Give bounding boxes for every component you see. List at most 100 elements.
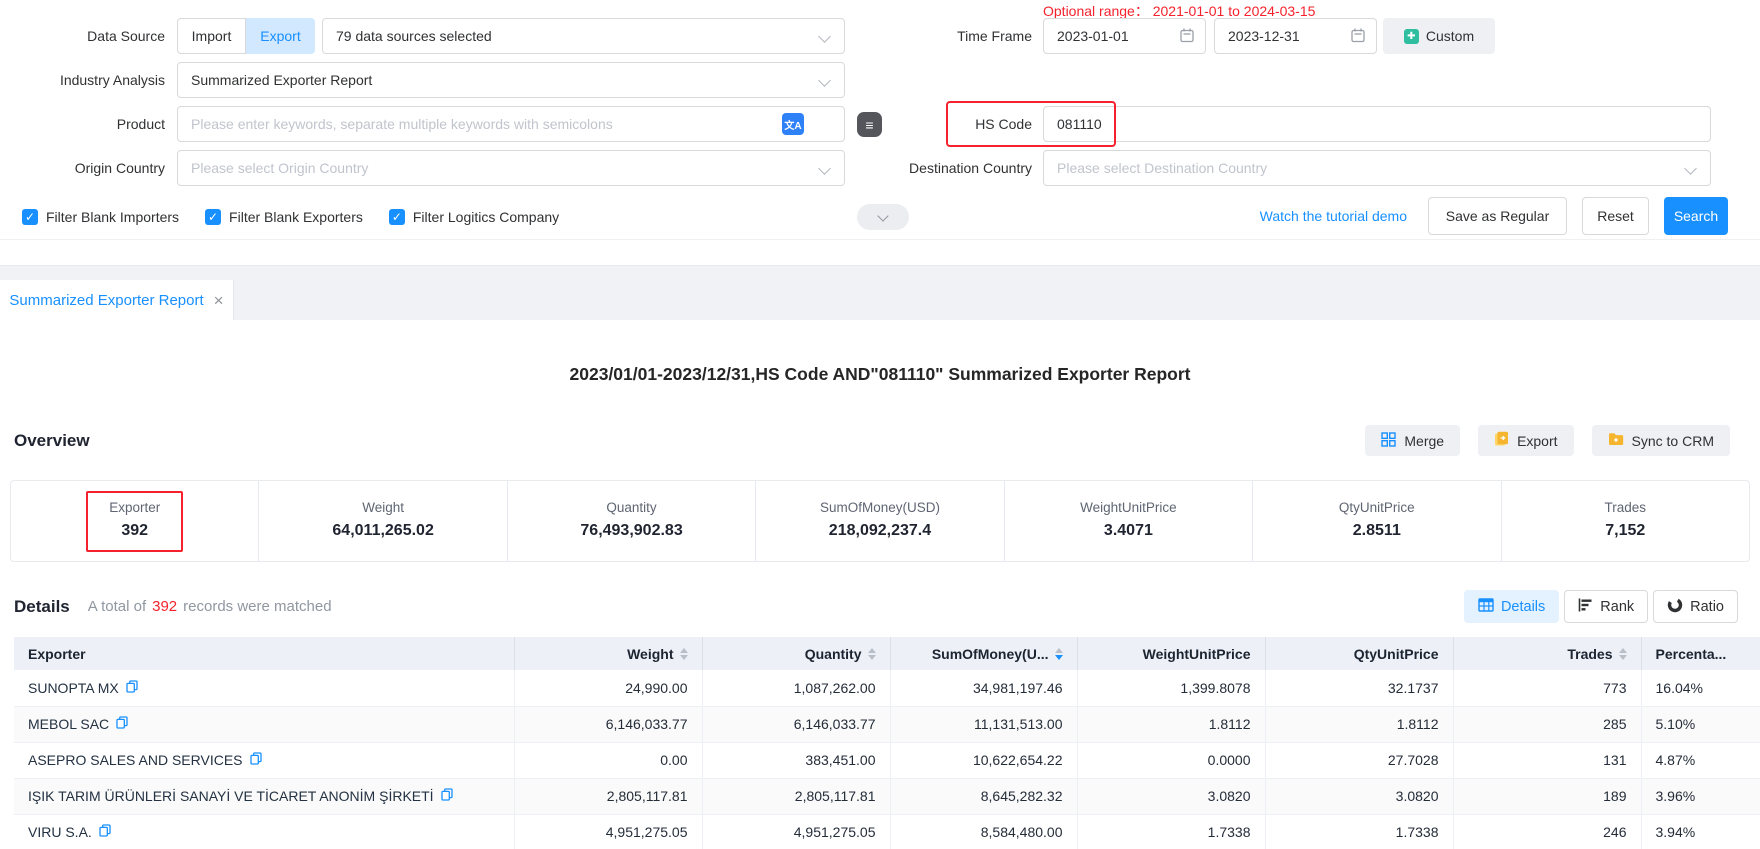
overview-header: Overview Merge Export Sync to CRM bbox=[14, 425, 1730, 456]
column-label: Weight bbox=[627, 646, 673, 662]
custom-icon: ✚ bbox=[1404, 29, 1419, 44]
trades-cell: 246 bbox=[1453, 814, 1641, 849]
checkbox-label: Filter Blank Importers bbox=[46, 209, 179, 225]
weight-unit-price-cell: 1.8112 bbox=[1077, 706, 1265, 742]
copy-icon[interactable] bbox=[126, 680, 138, 696]
sort-control[interactable] bbox=[868, 648, 876, 660]
calendar-icon[interactable] bbox=[1179, 27, 1195, 46]
checkbox-label: Filter Blank Exporters bbox=[229, 209, 363, 225]
tab-summarized-exporter-report[interactable]: Summarized Exporter Report × bbox=[0, 280, 234, 320]
ai-assistant-icon[interactable]: ≡ bbox=[857, 112, 882, 137]
table-row: SUNOPTA MX 24,990.00 1,087,262.00 34,981… bbox=[14, 670, 1760, 706]
calendar-icon[interactable] bbox=[1350, 27, 1366, 46]
chevron-down-icon bbox=[818, 162, 831, 175]
chevron-down-icon bbox=[818, 74, 831, 87]
rank-view-label: Rank bbox=[1600, 599, 1634, 615]
sort-control[interactable] bbox=[680, 648, 688, 660]
sort-control[interactable] bbox=[1055, 648, 1063, 660]
sum-of-money-cell: 34,981,197.46 bbox=[890, 670, 1077, 706]
import-toggle[interactable]: Import bbox=[177, 18, 246, 54]
translate-icon[interactable]: 文A bbox=[782, 113, 804, 135]
checkbox-label: Filter Logitics Company bbox=[413, 209, 559, 225]
sync-to-crm-button[interactable]: Sync to CRM bbox=[1592, 425, 1730, 456]
exporter-name-link[interactable]: IŞIK TARIM ÜRÜNLERİ SANAYİ VE TİCARET AN… bbox=[28, 788, 434, 804]
sort-desc-icon[interactable] bbox=[1055, 655, 1063, 660]
column-header-trades[interactable]: Trades bbox=[1453, 637, 1641, 670]
details-summary: A total of392records were matched bbox=[88, 598, 332, 615]
merge-label: Merge bbox=[1404, 433, 1444, 449]
details-header: Details A total of392records were matche… bbox=[14, 590, 1738, 623]
copy-icon[interactable] bbox=[116, 716, 128, 732]
exporter-name-link[interactable]: ASEPRO SALES AND SERVICES bbox=[28, 752, 243, 768]
close-icon[interactable]: × bbox=[214, 292, 224, 309]
table-header-row: Exporter Weight Quantity SumOfMoney(U...… bbox=[14, 637, 1760, 670]
details-view-button[interactable]: Details bbox=[1464, 590, 1559, 623]
copy-icon[interactable] bbox=[441, 788, 453, 804]
rank-view-button[interactable]: Rank bbox=[1564, 590, 1648, 623]
product-keywords-input[interactable] bbox=[177, 106, 845, 142]
data-sources-select[interactable]: 79 data sources selected bbox=[322, 18, 845, 54]
sync-folder-icon bbox=[1608, 432, 1624, 449]
sort-asc-icon[interactable] bbox=[680, 648, 688, 653]
exporter-name-link[interactable]: VIRU S.A. bbox=[28, 824, 92, 840]
origin-country-select[interactable]: Please select Origin Country bbox=[177, 150, 845, 186]
data-source-row: Data Source Import Export 79 data source… bbox=[0, 18, 1760, 54]
sort-asc-icon[interactable] bbox=[868, 648, 876, 653]
column-header-weight[interactable]: Weight bbox=[514, 637, 702, 670]
industry-analysis-value: Summarized Exporter Report bbox=[191, 72, 372, 88]
filter-blank-importers-checkbox[interactable]: ✓ Filter Blank Importers bbox=[22, 209, 179, 225]
column-label: Percenta... bbox=[1656, 646, 1727, 662]
table-row: ASEPRO SALES AND SERVICES 0.00 383,451.0… bbox=[14, 742, 1760, 778]
stat-value: 2.8511 bbox=[1353, 522, 1401, 540]
exporter-highlight-box: Exporter 392 bbox=[86, 491, 183, 552]
stat-exporter: Exporter 392 bbox=[11, 481, 258, 561]
sort-control[interactable] bbox=[1619, 648, 1627, 660]
industry-analysis-row: Industry Analysis Summarized Exporter Re… bbox=[0, 62, 1760, 98]
hs-code-input[interactable] bbox=[1043, 106, 1711, 142]
destination-country-select[interactable]: Please select Destination Country bbox=[1043, 150, 1711, 186]
quantity-cell: 2,805,117.81 bbox=[702, 778, 890, 814]
copy-icon[interactable] bbox=[250, 752, 262, 768]
tutorial-link[interactable]: Watch the tutorial demo bbox=[1260, 208, 1407, 224]
search-button[interactable]: Search bbox=[1664, 197, 1728, 235]
sort-desc-icon[interactable] bbox=[1619, 655, 1627, 660]
filter-logistics-company-checkbox[interactable]: ✓ Filter Logitics Company bbox=[389, 209, 559, 225]
industry-analysis-select[interactable]: Summarized Exporter Report bbox=[177, 62, 845, 98]
custom-range-button[interactable]: ✚ Custom bbox=[1383, 18, 1495, 54]
sort-desc-icon[interactable] bbox=[680, 655, 688, 660]
qty-unit-price-cell: 1.7338 bbox=[1265, 814, 1453, 849]
percentage-cell: 4.87% bbox=[1641, 742, 1760, 778]
stat-value: 392 bbox=[121, 522, 148, 540]
column-header-quantity[interactable]: Quantity bbox=[702, 637, 890, 670]
export-button[interactable]: Export bbox=[1478, 425, 1573, 456]
weight-cell: 6,146,033.77 bbox=[514, 706, 702, 742]
column-label: SumOfMoney(U... bbox=[932, 646, 1049, 662]
export-toggle[interactable]: Export bbox=[246, 18, 315, 54]
exporter-name-link[interactable]: SUNOPTA MX bbox=[28, 680, 119, 696]
qty-unit-price-cell: 32.1737 bbox=[1265, 670, 1453, 706]
start-date-input[interactable]: 2023-01-01 bbox=[1043, 18, 1206, 54]
weight-cell: 24,990.00 bbox=[514, 670, 702, 706]
sort-desc-icon[interactable] bbox=[868, 655, 876, 660]
stat-label: Trades bbox=[1604, 500, 1646, 515]
merge-button[interactable]: Merge bbox=[1365, 425, 1460, 456]
sort-asc-icon[interactable] bbox=[1619, 648, 1627, 653]
save-as-regular-button[interactable]: Save as Regular bbox=[1428, 197, 1567, 235]
table-row: MEBOL SAC 6,146,033.77 6,146,033.77 11,1… bbox=[14, 706, 1760, 742]
ratio-view-button[interactable]: Ratio bbox=[1653, 590, 1738, 623]
weight-unit-price-cell: 3.0820 bbox=[1077, 778, 1265, 814]
end-date-input[interactable]: 2023-12-31 bbox=[1214, 18, 1377, 54]
stat-value: 3.4071 bbox=[1104, 522, 1153, 540]
copy-icon[interactable] bbox=[99, 824, 111, 840]
weight-unit-price-cell: 0.0000 bbox=[1077, 742, 1265, 778]
exporter-name-link[interactable]: MEBOL SAC bbox=[28, 716, 109, 732]
sort-asc-icon[interactable] bbox=[1055, 648, 1063, 653]
merge-icon bbox=[1381, 432, 1396, 450]
filter-options-row: ✓ Filter Blank Importers ✓ Filter Blank … bbox=[0, 200, 1760, 233]
trades-cell: 285 bbox=[1453, 706, 1641, 742]
reset-button[interactable]: Reset bbox=[1582, 197, 1649, 235]
column-header-sum-of-money[interactable]: SumOfMoney(U... bbox=[890, 637, 1077, 670]
filter-blank-exporters-checkbox[interactable]: ✓ Filter Blank Exporters bbox=[205, 209, 363, 225]
checkbox-check-icon: ✓ bbox=[22, 209, 38, 225]
collapse-filters-button[interactable] bbox=[857, 204, 909, 230]
